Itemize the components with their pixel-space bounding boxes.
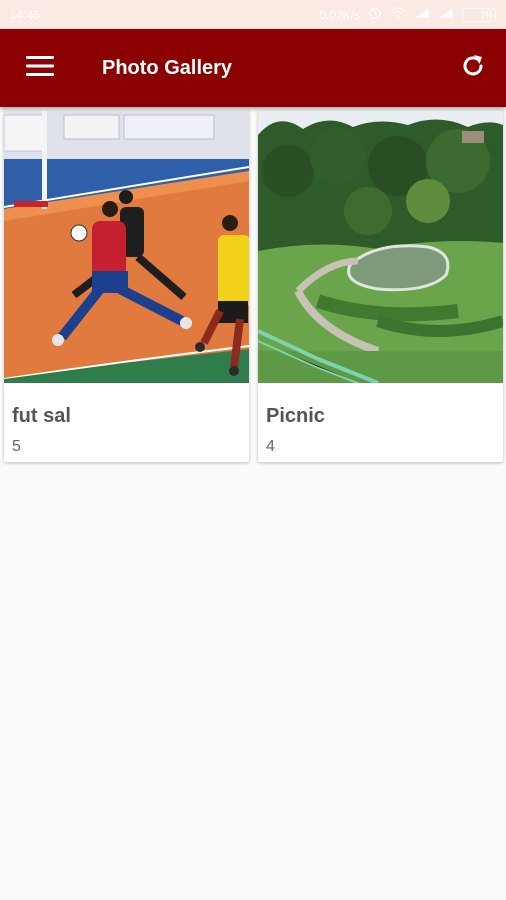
album-photo-count: 4	[266, 438, 275, 455]
wifi-icon	[390, 7, 406, 22]
album-info-picnic: Picnic 4	[258, 383, 503, 456]
album-photo-count: 5	[12, 438, 21, 455]
refresh-button[interactable]	[440, 29, 506, 107]
hamburger-menu-icon	[26, 55, 54, 82]
status-icons: 0.02K/s 7%	[319, 6, 496, 23]
battery-indicator: 7%	[462, 7, 496, 22]
alarm-icon	[368, 6, 382, 23]
page-title: Photo Gallery	[102, 56, 233, 79]
album-grid: fut sal 5 Picnic 4	[4, 111, 504, 462]
app-bar: Photo Gallery	[0, 29, 506, 107]
menu-button[interactable]	[0, 29, 80, 107]
album-thumbnail-futsal	[4, 111, 249, 383]
album-card-picnic[interactable]: Picnic 4	[258, 111, 503, 462]
album-title: fut sal	[12, 405, 71, 427]
battery-level: 7%	[479, 9, 493, 20]
status-time: 14:46	[10, 7, 41, 22]
album-info-futsal: fut sal 5	[4, 383, 249, 456]
status-bar: 14:46 0.02K/s 7%	[0, 0, 506, 29]
signal-icon-2	[438, 7, 454, 22]
album-card-futsal[interactable]: fut sal 5	[4, 111, 249, 462]
signal-icon	[414, 7, 430, 22]
network-speed: 0.02K/s	[319, 7, 360, 22]
album-thumbnail-picnic	[258, 111, 503, 383]
refresh-icon	[460, 53, 486, 84]
album-title: Picnic	[266, 405, 325, 427]
